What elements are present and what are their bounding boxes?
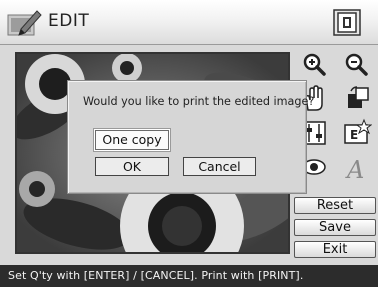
- filter-icon[interactable]: E: [342, 118, 372, 148]
- zoom-out-icon[interactable]: [342, 50, 372, 80]
- svg-text:E: E: [350, 128, 358, 142]
- header-bar: EDIT: [0, 0, 378, 45]
- svg-text:A: A: [345, 156, 364, 182]
- exit-button[interactable]: Exit: [294, 241, 376, 258]
- print-layout-icon[interactable]: [333, 9, 361, 36]
- reset-button[interactable]: Reset: [294, 197, 376, 214]
- print-confirm-dialog: Would you like to print the edited image…: [67, 80, 315, 194]
- ok-button[interactable]: OK: [95, 157, 169, 176]
- zoom-in-icon[interactable]: [300, 50, 330, 80]
- dialog-message: Would you like to print the edited image…: [83, 95, 315, 108]
- copies-selector[interactable]: One copy: [94, 129, 170, 151]
- rotate-icon[interactable]: [342, 84, 372, 114]
- screen-title: EDIT: [48, 11, 90, 31]
- text-icon[interactable]: A: [342, 152, 372, 182]
- cancel-button[interactable]: Cancel: [183, 157, 256, 176]
- status-bar: Set Q'ty with [ENTER] / [CANCEL]. Print …: [0, 265, 378, 287]
- pencil-edit-icon: [7, 7, 43, 37]
- save-button[interactable]: Save: [294, 219, 376, 236]
